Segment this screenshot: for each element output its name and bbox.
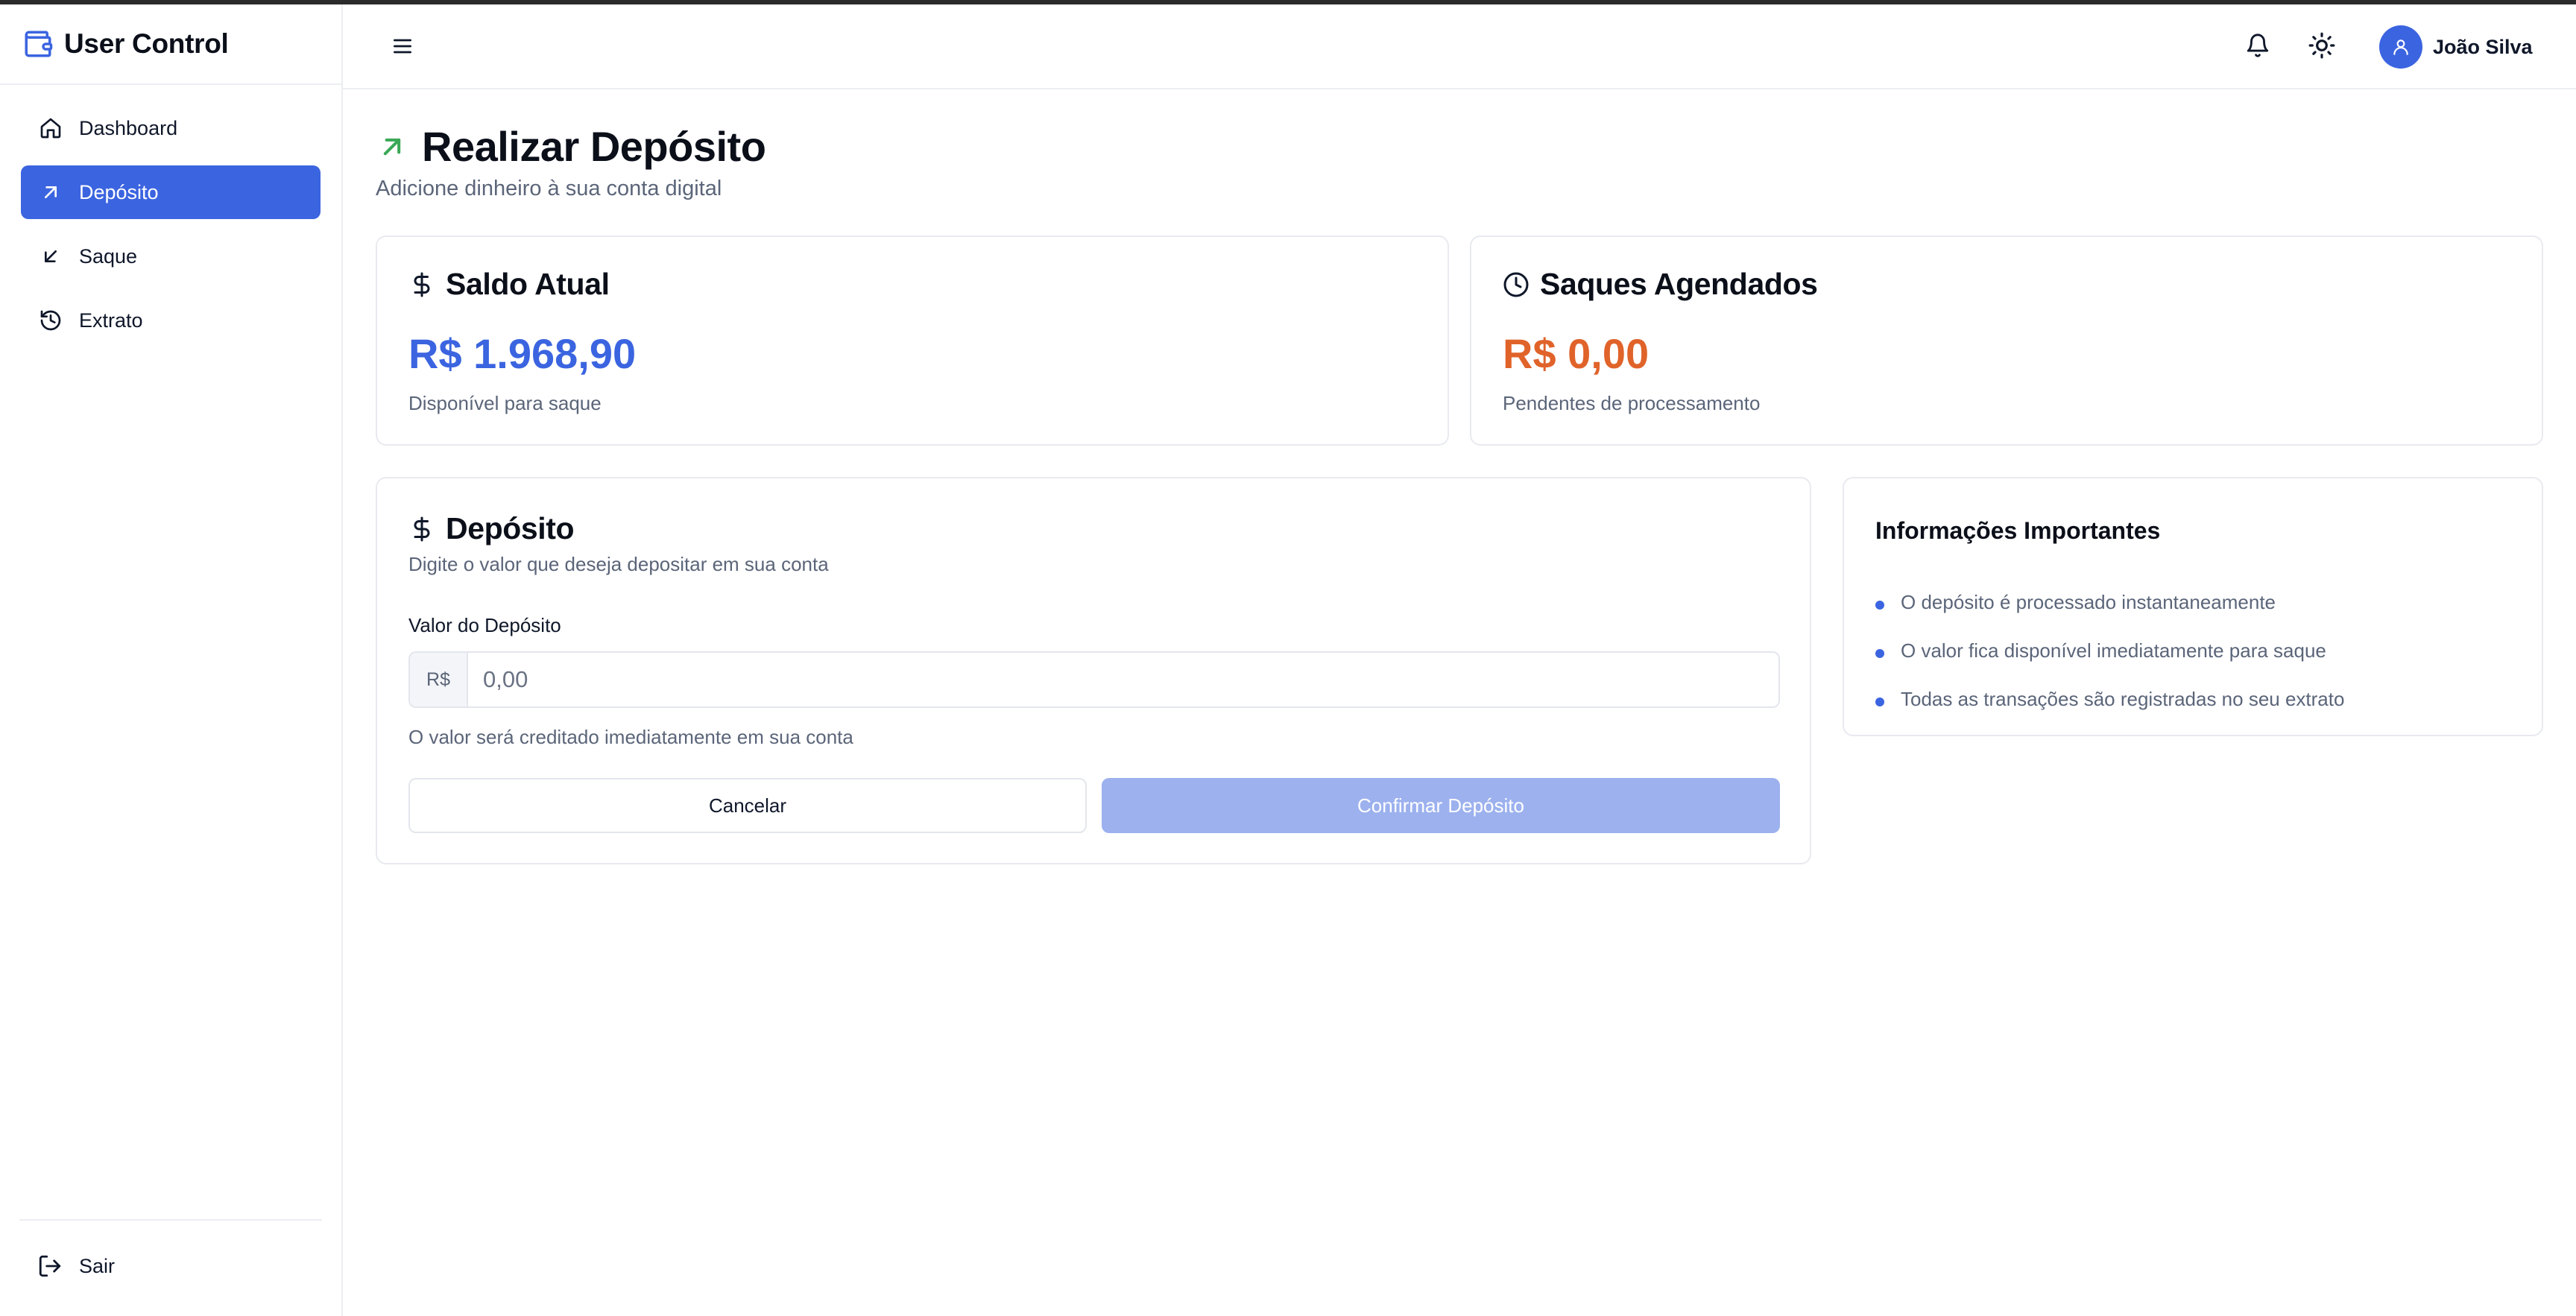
- info-list: O depósito é processado instantaneamente…: [1875, 578, 2344, 724]
- sidebar-item-label: Depósito: [79, 180, 159, 203]
- balance-desc: Disponível para saque: [408, 392, 602, 414]
- home-icon: [40, 118, 61, 139]
- logout-label: Sair: [79, 1254, 116, 1277]
- cancel-button[interactable]: Cancelar: [408, 778, 1087, 833]
- dollar-icon: [414, 516, 430, 541]
- menu-icon[interactable]: [391, 34, 414, 58]
- logout-button[interactable]: Sair: [37, 1253, 115, 1279]
- bullet-icon: [1875, 648, 1884, 658]
- sidebar: User Control Dashboard Depósito Saque Ex…: [0, 4, 343, 1316]
- info-title: Informações Importantes: [1875, 517, 2161, 544]
- list-item: O depósito é processado instantaneamente: [1875, 578, 2344, 627]
- deposit-helper-text: O valor será creditado imediatamente em …: [408, 726, 853, 748]
- sidebar-footer: Sair: [19, 1219, 322, 1316]
- important-info-card: Informações Importantes O depósito é pro…: [1843, 477, 2543, 736]
- scheduled-desc: Pendentes de processamento: [1503, 392, 1761, 414]
- balance-card: Saldo Atual R$ 1.968,90 Disponível para …: [376, 235, 1449, 446]
- info-item-text: O valor fica disponível imediatamente pa…: [1901, 639, 2326, 662]
- balance-title: Saldo Atual: [446, 267, 610, 301]
- sidebar-item-label: Dashboard: [79, 116, 178, 139]
- dollar-icon: [414, 272, 430, 297]
- balance-value: R$ 1.968,90: [408, 330, 637, 377]
- brand[interactable]: User Control: [0, 4, 341, 85]
- deposit-form-title: Depósito: [446, 511, 575, 545]
- list-item: Todas as transações são registradas no s…: [1875, 675, 2344, 724]
- sun-icon[interactable]: [2308, 31, 2336, 60]
- wallet-icon: [25, 31, 53, 57]
- arrow-down-left-icon: [44, 250, 57, 262]
- bullet-icon: [1875, 600, 1884, 610]
- confirm-deposit-button[interactable]: Confirmar Depósito: [1102, 778, 1780, 833]
- currency-prefix: R$: [410, 653, 468, 706]
- sidebar-item-dashboard[interactable]: Dashboard: [21, 101, 321, 155]
- sidebar-item-saque[interactable]: Saque: [21, 230, 321, 283]
- info-item-text: O depósito é processado instantaneamente: [1901, 591, 2276, 613]
- deposit-amount-label: Valor do Depósito: [408, 614, 561, 636]
- scheduled-card: Saques Agendados R$ 0,00 Pendentes de pr…: [1470, 235, 2543, 446]
- list-item: O valor fica disponível imediatamente pa…: [1875, 627, 2344, 675]
- page-header: Realizar Depósito Adicione dinheiro à su…: [376, 122, 766, 201]
- user-menu[interactable]: João Silva: [2379, 25, 2533, 69]
- bullet-icon: [1875, 697, 1884, 706]
- arrow-up-right-icon: [44, 186, 57, 198]
- logout-icon: [39, 1255, 61, 1277]
- user-icon: [2393, 39, 2408, 55]
- arrow-up-right-icon: [383, 138, 401, 155]
- page-title: Realizar Depósito: [422, 123, 766, 170]
- deposit-amount-input[interactable]: [468, 653, 1778, 706]
- page-subtitle: Adicione dinheiro à sua conta digital: [376, 177, 722, 200]
- deposit-amount-group: R$: [408, 651, 1780, 708]
- sidebar-item-label: Extrato: [79, 309, 143, 332]
- top-header: João Silva: [343, 4, 2576, 89]
- info-item-text: Todas as transações são registradas no s…: [1901, 688, 2345, 710]
- sidebar-item-label: Saque: [79, 244, 138, 268]
- clock-icon: [1503, 272, 1529, 297]
- sidebar-item-extrato[interactable]: Extrato: [21, 294, 321, 347]
- bell-icon[interactable]: [2245, 33, 2270, 58]
- scheduled-title: Saques Agendados: [1540, 267, 1818, 301]
- sidebar-item-deposito[interactable]: Depósito: [21, 165, 321, 219]
- history-icon: [40, 310, 61, 331]
- deposit-form-card: Depósito Digite o valor que deseja depos…: [376, 477, 1811, 864]
- deposit-form-subtitle: Digite o valor que deseja depositar em s…: [408, 553, 829, 575]
- brand-title: User Control: [64, 28, 229, 59]
- avatar: [2379, 25, 2422, 69]
- sidebar-nav: Dashboard Depósito Saque Extrato: [0, 85, 341, 347]
- scheduled-value: R$ 0,00: [1503, 330, 1650, 377]
- user-name: João Silva: [2433, 35, 2533, 58]
